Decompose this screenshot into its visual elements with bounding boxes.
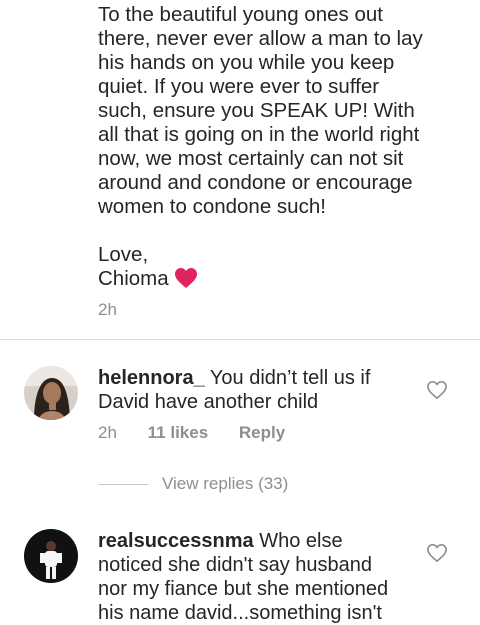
- caption-line: all that is going on in the world right: [98, 123, 420, 146]
- comment-timestamp: 2h: [98, 423, 117, 442]
- comment-body: David have another child: [98, 391, 319, 413]
- comment-body: noticed she didn't say husband: [98, 554, 373, 576]
- caption-line: his hands on you while you keep: [98, 51, 395, 74]
- caption-line: quiet. If you were ever to suffer: [98, 75, 380, 98]
- caption-line: now, we most certainly can not sit: [98, 147, 404, 170]
- view-replies[interactable]: View replies (33): [98, 474, 288, 494]
- comment-text: realsuccessnma Who else noticed she didn…: [98, 529, 428, 625]
- view-replies-link[interactable]: View replies (33): [162, 474, 288, 494]
- post-caption: To the beautiful young ones out there, n…: [98, 3, 468, 291]
- comment-meta: 2h 11 likes Reply: [98, 423, 311, 443]
- avatar[interactable]: [24, 529, 78, 583]
- comment-username[interactable]: realsuccessnma: [98, 530, 254, 552]
- comment-body: Who else: [259, 530, 343, 552]
- comment-body: You didn’t tell us if: [209, 367, 371, 389]
- avatar[interactable]: [24, 366, 78, 420]
- comment-body: nor my fiance but she mentioned: [98, 578, 389, 600]
- caption-line: women to condone such!: [98, 195, 326, 218]
- avatar-image: [24, 366, 78, 420]
- comment-username[interactable]: helennora_: [98, 367, 205, 389]
- post-timestamp: 2h: [98, 300, 117, 319]
- replies-line: [98, 483, 148, 485]
- comment-text: helennora_ You didn’t tell us if David h…: [98, 366, 428, 414]
- caption-signature-line: Chioma: [98, 267, 468, 291]
- red-heart-icon: [174, 268, 197, 288]
- caption-line: around and condone or encourage: [98, 171, 413, 194]
- avatar-image: [24, 529, 78, 583]
- caption-line: such, ensure you SPEAK UP! With: [98, 99, 415, 122]
- caption-signature: Chioma: [98, 267, 169, 290]
- comment-body: his name david...something isn't: [98, 602, 382, 624]
- section-divider: [0, 339, 480, 340]
- reply-button[interactable]: Reply: [239, 423, 285, 442]
- heart-outline-icon[interactable]: [426, 380, 448, 400]
- caption-signoff: Love,: [98, 243, 149, 266]
- caption-line: To the beautiful young ones out: [98, 3, 383, 26]
- caption-line: there, never ever allow a man to lay: [98, 27, 423, 50]
- likes-count[interactable]: 11 likes: [148, 423, 209, 442]
- heart-outline-icon[interactable]: [426, 543, 448, 563]
